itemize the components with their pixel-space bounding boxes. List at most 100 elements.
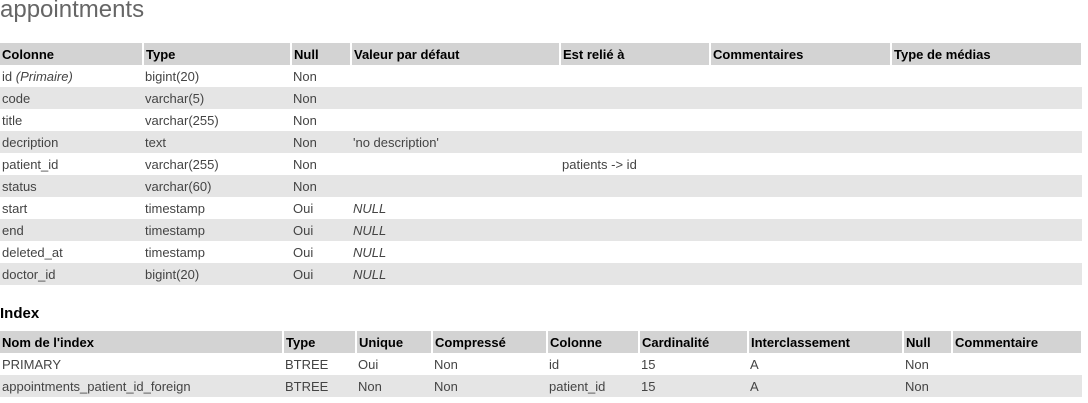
table-row: decription text Non'no description' [0, 131, 1082, 153]
cell-index-type: BTREE [283, 353, 356, 375]
column-name-text: doctor_id [2, 266, 56, 282]
cell-media [891, 153, 1082, 175]
cell-cardinality: 15 [639, 353, 748, 375]
cell-link [560, 263, 710, 285]
cell-link [560, 241, 710, 263]
cell-comment [952, 353, 1082, 375]
table-row: code varchar(5) Non [0, 87, 1082, 109]
cell-column-name: patient_id [0, 153, 143, 175]
cell-null: Non [291, 109, 351, 131]
cell-comment [710, 175, 891, 197]
col-header-default: Valeur par défaut [351, 43, 561, 65]
cell-type: timestamp [143, 197, 291, 219]
cell-media [891, 109, 1082, 131]
cell-null: Non [291, 65, 351, 87]
cell-default: NULL [351, 219, 560, 241]
cell-comment [710, 263, 891, 285]
cell-link [560, 87, 710, 109]
cell-null: Oui [291, 241, 351, 263]
cell-media [891, 263, 1082, 285]
cell-link [560, 109, 710, 131]
table-row: doctor_id bigint(20) Oui NULL [0, 263, 1082, 285]
cell-column-name: title [0, 109, 143, 131]
idx-header-unique: Unique [356, 331, 433, 353]
cell-default: NULL [351, 241, 560, 263]
cell-link [560, 65, 710, 87]
index-table: Nom de l'index Type Unique Compressé Col… [0, 331, 1083, 397]
cell-default: NULL [351, 197, 560, 219]
cell-type: varchar(255) [143, 153, 291, 175]
cell-comment [710, 87, 891, 109]
cell-column-name: end [0, 219, 143, 241]
cell-collation: A [748, 375, 903, 397]
cell-default [351, 175, 560, 197]
cell-comment [710, 241, 891, 263]
cell-type: text [143, 131, 291, 153]
cell-media [891, 219, 1082, 241]
page-title: appointments [0, 0, 145, 23]
column-name-text: code [2, 90, 31, 106]
cell-comment [710, 197, 891, 219]
idx-header-collation: Interclassement [748, 331, 904, 353]
cell-column: id [547, 353, 639, 375]
cell-comment [710, 153, 891, 175]
cell-packed: Non [432, 353, 547, 375]
cell-default [351, 109, 560, 131]
col-header-colonne: Colonne [0, 43, 144, 65]
cell-collation: A [748, 353, 903, 375]
cell-column-name: doctor_id [0, 263, 143, 285]
cell-index-name: PRIMARY [0, 353, 283, 375]
idx-header-type: Type [283, 331, 357, 353]
cell-type: bigint(20) [143, 65, 291, 87]
column-name-text: patient_id [2, 156, 59, 172]
cell-index-type: BTREE [283, 375, 356, 397]
cell-null: Non [291, 175, 351, 197]
cell-type: varchar(60) [143, 175, 291, 197]
cell-packed: Non [432, 375, 547, 397]
index-section-title: Index [0, 305, 40, 322]
col-header-media: Type de médias [891, 43, 1083, 65]
column-name-text: decription [2, 134, 59, 150]
idx-header-name: Nom de l'index [0, 331, 284, 353]
cell-column-name: status [0, 175, 143, 197]
cell-index-name: appointments_patient_id_foreign [0, 375, 283, 397]
col-header-comments: Commentaires [710, 43, 892, 65]
primary-marker: (Primaire) [15, 68, 73, 84]
cell-media [891, 65, 1082, 87]
idx-header-null: Null [903, 331, 953, 353]
cell-media [891, 197, 1082, 219]
cell-type: varchar(255) [143, 109, 291, 131]
cell-null: Oui [291, 263, 351, 285]
cell-link [560, 197, 710, 219]
cell-type: timestamp [143, 241, 291, 263]
cell-null: Non [291, 87, 351, 109]
cell-column-name: decription [0, 131, 143, 153]
table-row: PRIMARY BTREE Oui Non id 15 A Non [0, 353, 1082, 375]
column-name-text: start [2, 200, 28, 216]
column-name-text: deleted_at [2, 244, 63, 260]
cell-media [891, 87, 1082, 109]
cell-link [560, 219, 710, 241]
table-row: patient_id varchar(255) Non patients -> id [0, 153, 1082, 175]
column-name-text: title [2, 112, 23, 128]
column-name-text: id [2, 68, 13, 84]
cell-column-name: deleted_at [0, 241, 143, 263]
columns-table-header: Colonne Type Null Valeur par défaut Est … [0, 43, 1083, 65]
table-row: status varchar(60) Non [0, 175, 1082, 197]
table-row: end timestamp Oui NULL [0, 219, 1082, 241]
idx-header-comment: Commentaire [952, 331, 1083, 353]
table-row: title varchar(255) Non [0, 109, 1082, 131]
table-row: id (Primaire) bigint(20) Non [0, 65, 1082, 87]
cell-link [560, 175, 710, 197]
cell-type: timestamp [143, 219, 291, 241]
idx-header-packed: Compressé [432, 331, 548, 353]
cell-column-name: code [0, 87, 143, 109]
cell-null: Non [291, 153, 351, 175]
columns-table: Colonne Type Null Valeur par défaut Est … [0, 43, 1083, 285]
idx-header-cardinality: Cardinalité [639, 331, 749, 353]
column-name-text: end [2, 222, 24, 238]
table-row: start timestamp Oui NULL [0, 197, 1082, 219]
cell-unique: Non [356, 375, 432, 397]
col-header-type: Type [143, 43, 292, 65]
cell-type: bigint(20) [143, 263, 291, 285]
